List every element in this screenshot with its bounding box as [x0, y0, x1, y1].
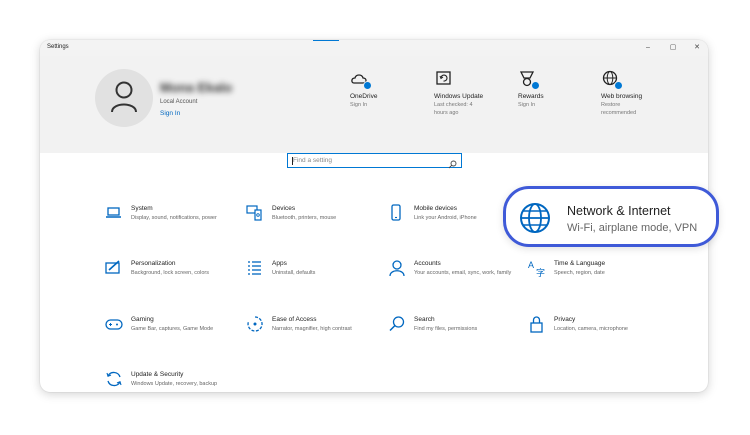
title-accent-bar — [313, 40, 339, 41]
header-item-sub: Last checked: 4 hours ago — [434, 102, 473, 116]
personalization-icon — [105, 259, 123, 277]
account-header: Mona Ekalo Local Account Sign In OneDriv… — [40, 56, 708, 153]
header-item-web-browsing[interactable]: Web browsing Restore recommended — [601, 69, 681, 117]
category-name: Mobile devices — [414, 205, 457, 212]
svg-text:A: A — [528, 260, 534, 270]
header-item-label: Web browsing — [601, 93, 643, 100]
ease-of-access-icon — [246, 315, 264, 333]
category-description: Windows Update, recovery, backup — [131, 381, 218, 387]
update-icon — [105, 370, 123, 388]
category-privacy[interactable]: Privacy Location, camera, microphone — [528, 315, 663, 355]
category-description: Wi-Fi, airplane mode, VPN — [567, 222, 698, 234]
category-name: Privacy — [554, 316, 576, 323]
minimize-button[interactable]: – — [642, 42, 654, 54]
windows-update-icon — [434, 69, 454, 89]
category-system[interactable]: System Display, sound, notifications, po… — [105, 204, 240, 244]
avatar[interactable] — [95, 69, 153, 127]
category-description: Bluetooth, printers, mouse — [272, 215, 337, 221]
category-description: Speech, region, date — [554, 270, 605, 276]
header-item-label: OneDrive — [350, 93, 378, 100]
header-item-rewards[interactable]: Rewards Sign In — [518, 69, 598, 110]
header-item-onedrive[interactable]: OneDrive Sign In — [350, 69, 430, 110]
category-update-security[interactable]: Update & Security Windows Update, recove… — [105, 370, 240, 392]
category-devices[interactable]: Devices Bluetooth, printers, mouse — [246, 204, 381, 244]
maximize-button[interactable]: ▢ — [667, 42, 679, 54]
close-button[interactable]: ✕ — [691, 42, 703, 54]
account-name: Mona Ekalo — [160, 80, 233, 95]
category-ease-of-access[interactable]: Ease of Access Narrator, magnifier, high… — [246, 315, 381, 355]
category-description: Narrator, magnifier, high contrast — [272, 326, 352, 332]
account-type: Local Account — [160, 99, 198, 105]
category-description: Game Bar, captures, Game Mode — [131, 326, 214, 332]
globe-icon — [517, 200, 553, 241]
header-item-sub: Sign In — [350, 102, 368, 108]
category-description: Your accounts, email, sync, work, family — [414, 270, 512, 276]
category-name: Gaming — [131, 316, 154, 323]
header-item-sub: Restore recommended — [601, 102, 637, 116]
search-icon[interactable] — [448, 156, 457, 174]
account-sign-in-link[interactable]: Sign In — [160, 110, 180, 117]
category-description: Location, camera, microphone — [554, 326, 628, 332]
category-description: Find my files, permissions — [414, 326, 478, 332]
laptop-icon — [105, 204, 123, 222]
category-search[interactable]: Search Find my files, permissions — [388, 315, 523, 355]
person-avatar-icon — [111, 81, 137, 113]
phone-icon — [388, 204, 406, 222]
gamepad-icon — [105, 315, 123, 333]
category-name: Personalization — [131, 260, 176, 267]
category-name: Devices — [272, 205, 296, 212]
language-icon: A字 — [528, 259, 546, 278]
category-name: System — [131, 205, 153, 212]
category-name: Network & Internet — [567, 204, 671, 218]
category-name: Accounts — [414, 260, 441, 267]
category-name: Apps — [272, 260, 287, 267]
svg-text:字: 字 — [536, 267, 545, 277]
header-item-windows-update[interactable]: Windows Update Last checked: 4 hours ago — [434, 69, 514, 117]
search-icon — [388, 315, 406, 333]
category-apps[interactable]: Apps Uninstall, defaults — [246, 259, 381, 299]
category-network-internet[interactable]: Network & Internet Wi-Fi, airplane mode,… — [503, 186, 719, 247]
lock-icon — [528, 315, 546, 333]
window-title: Settings — [47, 44, 69, 50]
person-icon — [388, 259, 406, 277]
rewards-icon — [518, 69, 540, 90]
category-name: Search — [414, 316, 435, 323]
title-bar: Settings – ▢ ✕ — [40, 40, 708, 56]
category-description: Uninstall, defaults — [272, 270, 316, 276]
search-input[interactable]: Find a setting — [287, 153, 462, 169]
category-description: Display, sound, notifications, power — [131, 215, 217, 221]
header-item-label: Rewards — [518, 93, 544, 100]
category-time-language[interactable]: A字 Time & Language Speech, region, date — [528, 259, 663, 299]
onedrive-icon — [350, 69, 372, 90]
header-item-label: Windows Update — [434, 93, 484, 100]
apps-icon — [246, 259, 264, 277]
category-name: Ease of Access — [272, 316, 317, 323]
web-browsing-icon — [601, 69, 623, 90]
devices-icon — [246, 204, 264, 222]
category-personalization[interactable]: Personalization Background, lock screen,… — [105, 259, 240, 299]
search-placeholder: Find a setting — [293, 157, 333, 164]
category-gaming[interactable]: Gaming Game Bar, captures, Game Mode — [105, 315, 240, 355]
category-name: Time & Language — [554, 260, 606, 267]
header-item-sub: Sign In — [518, 102, 536, 108]
category-name: Update & Security — [131, 371, 184, 378]
category-accounts[interactable]: Accounts Your accounts, email, sync, wor… — [388, 259, 523, 299]
category-description: Background, lock screen, colors — [131, 270, 209, 276]
